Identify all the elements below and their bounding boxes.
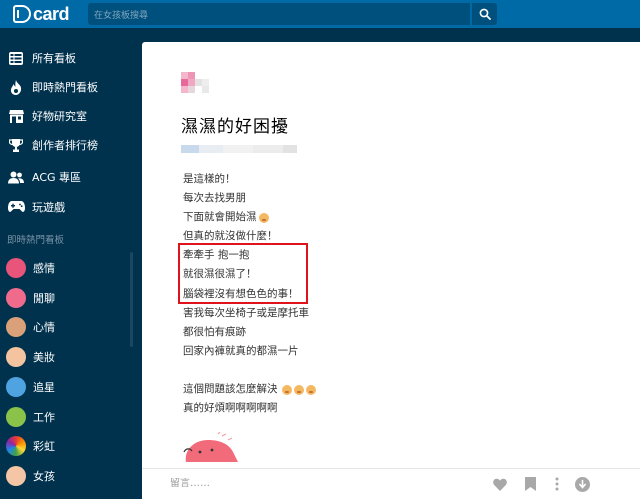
post-line-text: 這個問題該怎麼解決 (183, 383, 278, 396)
forum-avatar (6, 317, 26, 337)
heart-icon (493, 478, 507, 491)
top-bar: card (0, 0, 640, 28)
trophy-icon (7, 136, 25, 154)
sidebar-item-trending[interactable]: 即時熱門看板 (0, 73, 130, 101)
sidebar-item-label: 心情 (33, 321, 55, 334)
forum-avatar (6, 258, 26, 278)
sidebar-item-label: 好物研究室 (32, 110, 87, 123)
comment-bar (142, 468, 640, 499)
sidebar-item-label: ACG 專區 (32, 171, 82, 184)
post-line: 每次去找男朋 (183, 192, 246, 205)
sidebar-item-label: 閒聊 (33, 292, 55, 305)
sidebar-item-forum[interactable]: 工作 (0, 403, 130, 431)
bookmark-icon (524, 477, 536, 491)
sidebar-item-forum[interactable]: 閒聊 (0, 284, 130, 312)
sticker-image (183, 432, 238, 462)
red-highlight-box (178, 243, 308, 304)
sidebar-item-forum[interactable]: 心情 (0, 313, 130, 341)
arrow-down-circle-icon (574, 476, 590, 492)
like-button[interactable] (492, 476, 508, 492)
sad-emoji-icon (293, 384, 304, 395)
forum-avatar (6, 466, 26, 486)
post-line: 是這樣的！ (183, 173, 236, 185)
trending-forums-heading: 即時熱門看板 (7, 235, 65, 246)
sidebar-item-label: 創作者排行榜 (32, 139, 98, 152)
sidebar-item-games[interactable]: 玩遊戲 (0, 193, 130, 221)
sidebar-item-acg[interactable]: ACG 專區 (0, 163, 130, 191)
scroll-down-button[interactable] (574, 476, 590, 492)
sidebar-item-label: 追星 (33, 381, 55, 394)
search-box (88, 3, 470, 27)
post-line (183, 361, 316, 380)
users-icon (7, 168, 25, 186)
post-meta-pixelated (181, 145, 297, 153)
post-line: 下面就會開始濕 (183, 208, 316, 227)
sidebar-item-forum[interactable]: 彩虹 (0, 432, 130, 460)
forum-avatar (6, 377, 26, 397)
sidebar-item-label: 女孩 (33, 470, 55, 483)
search-input[interactable] (88, 5, 470, 27)
store-icon (7, 107, 25, 125)
sidebar-scrollbar[interactable] (130, 252, 133, 347)
post-title: 濕濕的好困擾 (181, 117, 289, 137)
sad-emoji-icon (281, 384, 292, 395)
post-line: 回家內褲就真的都濕一片 (183, 344, 299, 357)
forum-avatar (6, 436, 26, 456)
bookmark-button[interactable] (522, 476, 538, 492)
sidebar-item-shop[interactable]: 好物研究室 (0, 102, 130, 130)
sad-emoji-icon (305, 384, 316, 395)
more-vertical-icon (555, 477, 559, 491)
sidebar-item-forum[interactable]: 美妝 (0, 343, 130, 371)
sidebar-item-forum[interactable]: 感情 (0, 254, 130, 282)
dcard-logo[interactable]: card (13, 3, 70, 25)
logo-text: card (33, 3, 70, 24)
sidebar-item-label: 彩虹 (33, 440, 55, 453)
comment-input[interactable] (170, 478, 370, 489)
search-button[interactable] (472, 3, 497, 25)
sidebar-item-label: 感情 (33, 262, 55, 275)
sidebar-item-label: 美妝 (33, 351, 55, 364)
sidebar-item-creator-ranking[interactable]: 創作者排行榜 (0, 131, 130, 159)
post-line: 都很怕有痕跡 (183, 325, 246, 338)
list-icon (7, 49, 25, 67)
sidebar-item-all-forums[interactable]: 所有看板 (0, 44, 130, 72)
sidebar-item-label: 工作 (33, 411, 55, 424)
flame-icon (7, 78, 25, 96)
post-line: 這個問題該怎麼解決 (183, 380, 316, 399)
forum-avatar (6, 347, 26, 367)
forum-avatar (6, 407, 26, 427)
grimace-emoji-icon (258, 212, 269, 223)
post-line: 真的好煩啊啊啊啊啊 (183, 402, 278, 415)
sidebar-item-label: 即時熱門看板 (32, 81, 98, 94)
post-line-text: 下面就會開始濕 (183, 211, 257, 224)
sidebar-item-forum[interactable]: 女孩 (0, 462, 130, 490)
forum-avatar (6, 288, 26, 308)
sidebar: 所有看板 即時熱門看板 好物研究室 創作者排行榜 ACG 專區 玩遊戲 即時熱門… (0, 28, 138, 499)
sidebar-item-label: 玩遊戲 (32, 201, 65, 214)
search-icon (479, 8, 491, 20)
post-line: 害我每次坐椅子或是摩托車 (183, 306, 309, 319)
more-options-button[interactable] (549, 476, 565, 492)
gamepad-icon (7, 198, 25, 216)
dcard-logo-icon (13, 5, 31, 23)
sidebar-item-forum[interactable]: 追星 (0, 373, 130, 401)
author-avatar-pixelated (181, 72, 209, 93)
sidebar-item-label: 所有看板 (32, 52, 76, 65)
